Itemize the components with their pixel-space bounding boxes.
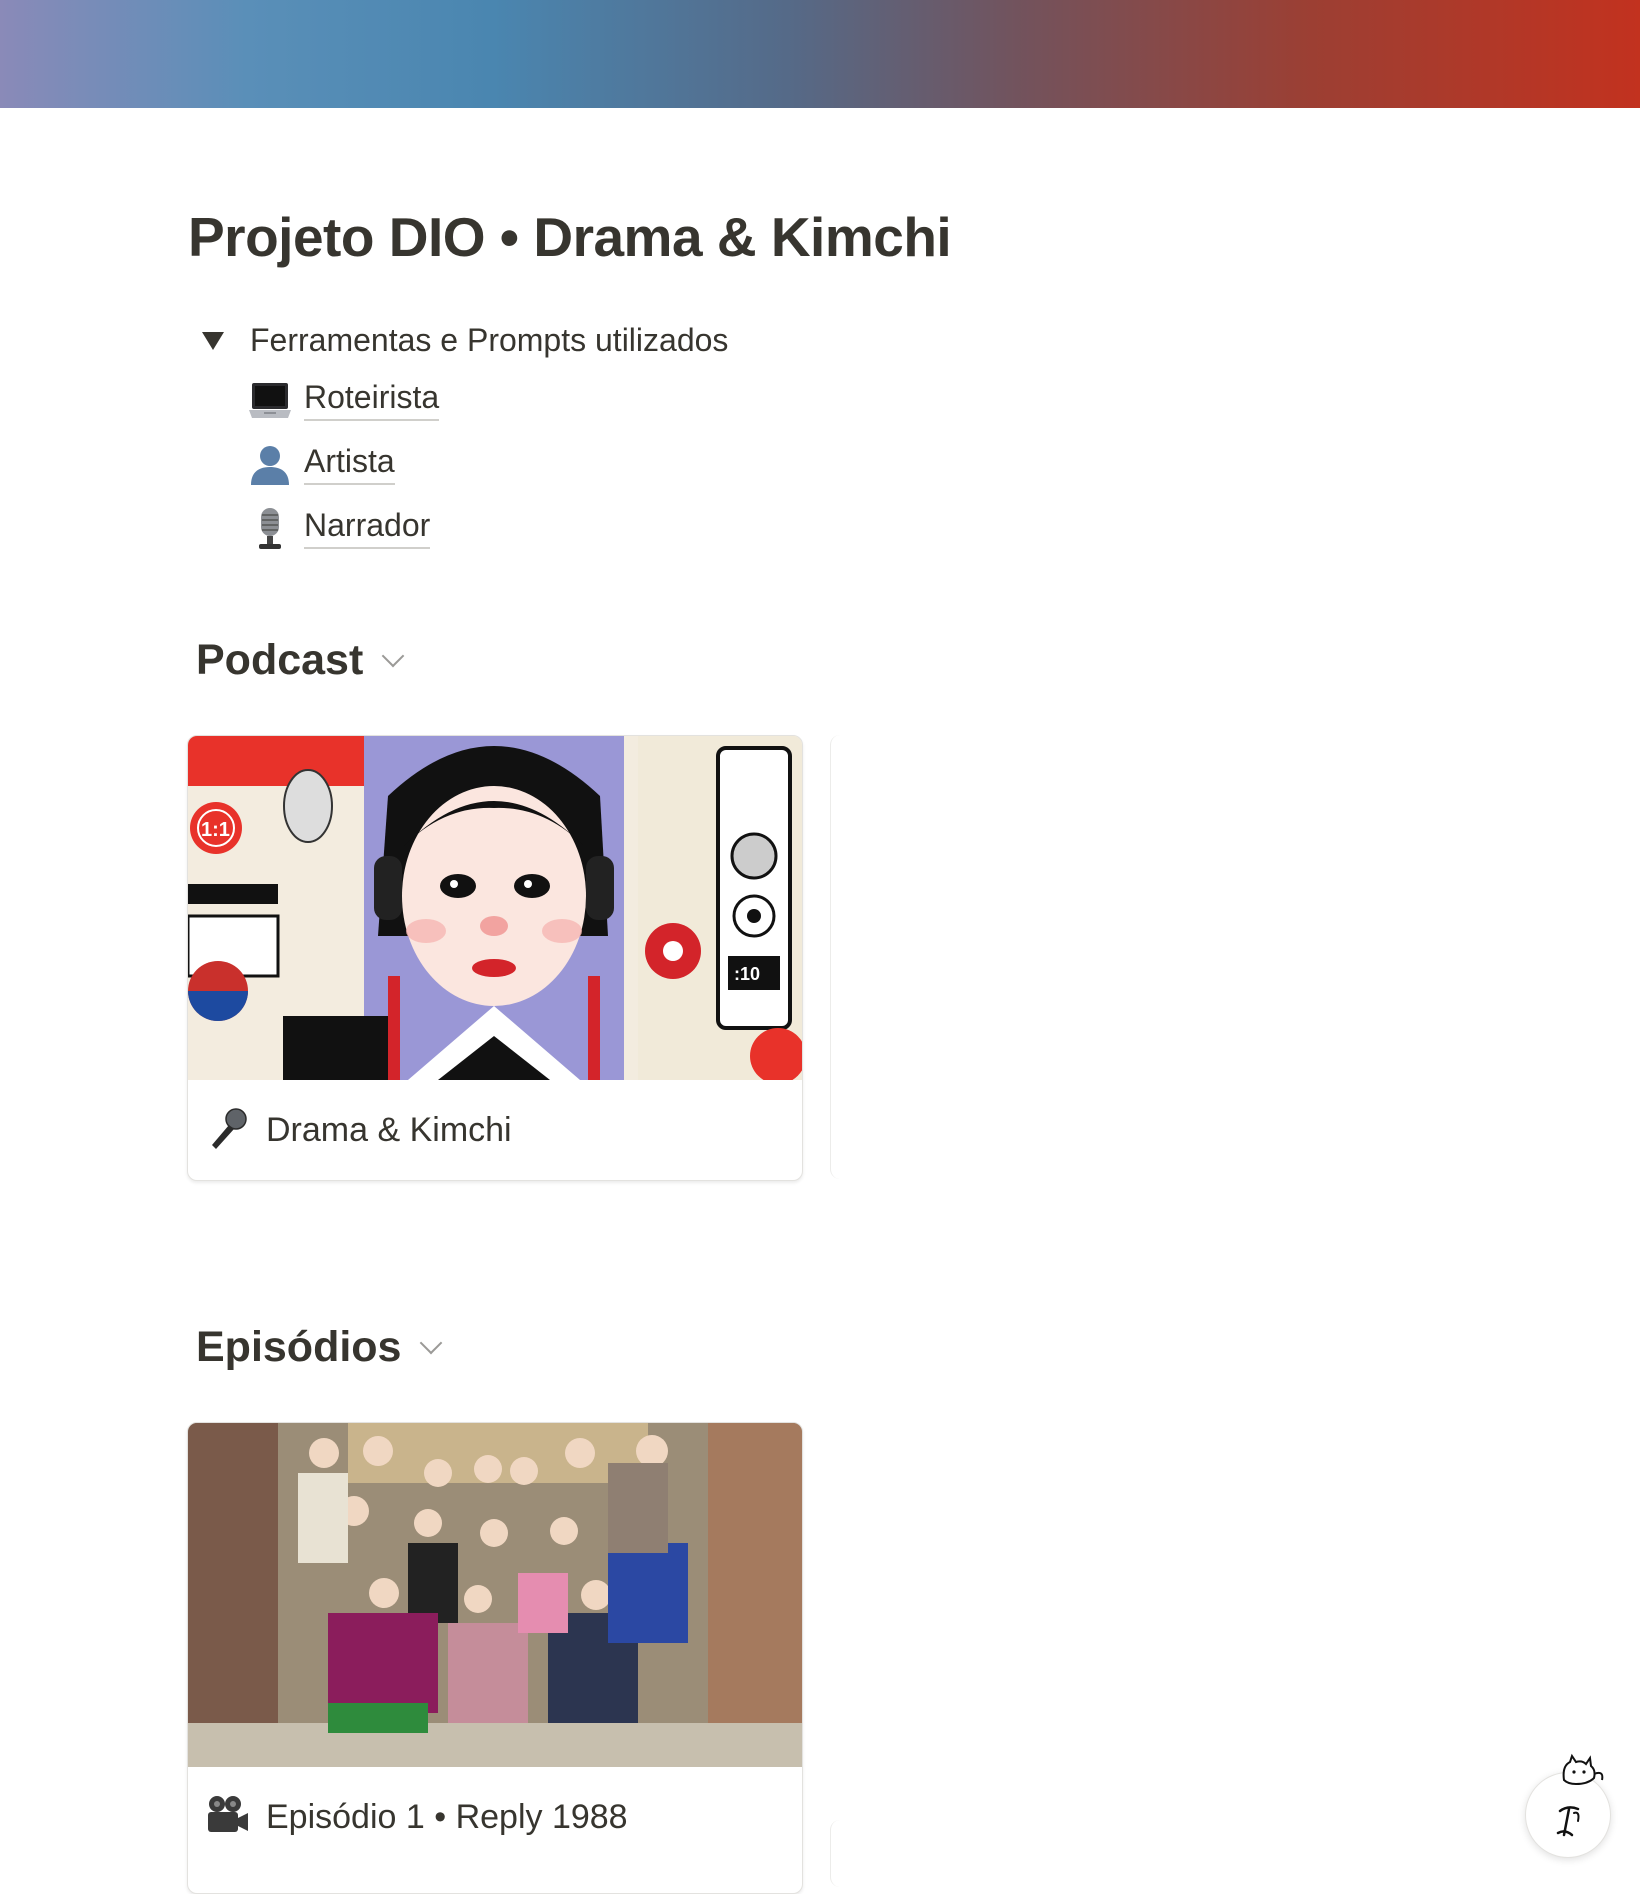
toggle-block[interactable]: Ferramentas e Prompts utilizados: [200, 322, 728, 359]
toggle-triangle-icon[interactable]: [202, 331, 224, 350]
card-caption: Drama & Kimchi: [188, 1080, 802, 1180]
person-silhouette-icon: [246, 440, 294, 488]
podcast-cover-image: 1:1:10: [188, 736, 802, 1080]
subpage-link-narrador[interactable]: Narrador: [246, 504, 431, 552]
empty-gallery-slot: [830, 735, 1445, 1179]
page-title: Projeto DIO • Drama & Kimchi: [188, 206, 952, 268]
page-cover[interactable]: [0, 0, 1640, 108]
cat-doodle-icon: [1562, 1753, 1604, 1786]
episode-card[interactable]: Episódio 1 • Reply 1988: [187, 1422, 803, 1894]
microphone-studio-icon: [246, 504, 294, 552]
episodes-section-heading[interactable]: Episódios: [196, 1323, 443, 1372]
microphone-icon: [202, 1105, 252, 1155]
section-heading-text: Podcast: [196, 636, 364, 684]
card-title: Episódio 1 • Reply 1988: [266, 1797, 628, 1836]
subpage-link-artista[interactable]: Artista: [246, 440, 395, 488]
empty-gallery-slot: [830, 1820, 1445, 1887]
svg-text::10: :10: [734, 964, 760, 984]
subpage-link-label: Narrador: [304, 507, 431, 549]
chevron-down-icon[interactable]: [420, 1331, 443, 1354]
subpage-link-roteirista[interactable]: Roteirista: [246, 376, 440, 424]
subpage-link-label: Artista: [304, 443, 395, 485]
toggle-label: Ferramentas e Prompts utilizados: [250, 322, 729, 358]
laptop-icon: [246, 376, 294, 424]
section-heading-text: Episódios: [196, 1323, 402, 1371]
card-caption: Episódio 1 • Reply 1988: [188, 1767, 802, 1867]
subpage-link-label: Roteirista: [304, 379, 440, 421]
podcast-card[interactable]: 1:1:10 Drama & Kimchi: [187, 735, 803, 1181]
svg-text:1:1: 1:1: [201, 819, 230, 841]
movie-camera-icon: [202, 1792, 252, 1842]
card-title: Drama & Kimchi: [266, 1110, 512, 1149]
episode-cover-image: [188, 1423, 802, 1767]
chevron-down-icon[interactable]: [381, 644, 405, 667]
podcast-section-heading[interactable]: Podcast: [196, 636, 405, 685]
